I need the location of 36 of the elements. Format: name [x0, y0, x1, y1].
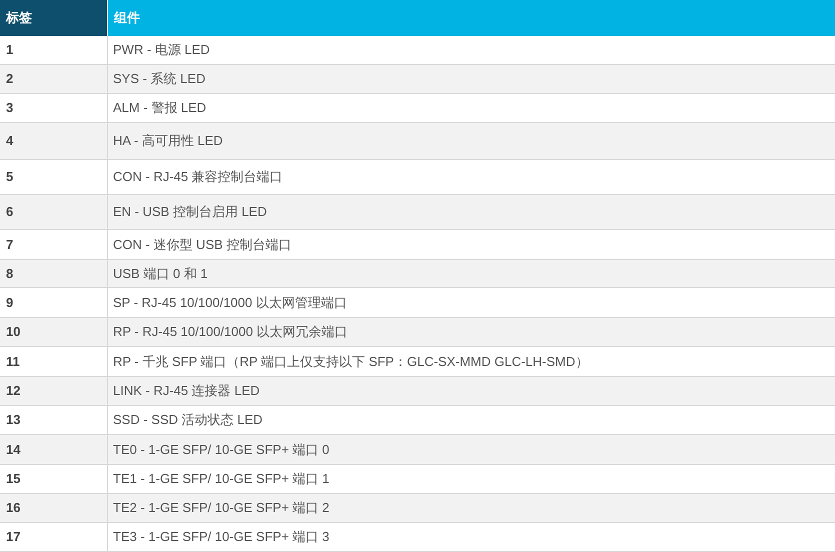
- table-cell: 7: [0, 230, 108, 259]
- table-cell-text: PWR - 电源 LED: [112, 41, 211, 60]
- table-cell-text: ALM - 警报 LED: [112, 99, 208, 118]
- table-cell: 8: [0, 260, 108, 287]
- table-cell: 5: [0, 160, 108, 194]
- table-cell: 4: [0, 123, 108, 159]
- table-cell-text: RP - 千兆 SFP 端口（RP 端口上仅支持以下 SFP：GLC-SX-MMD GLC-LH-SMD）: [112, 352, 590, 371]
- table-cell-text: EN - USB 控制台启用 LED: [112, 203, 268, 222]
- table-cell: 11: [0, 347, 108, 376]
- table-cell-text: TE3 - 1-GE SFP/ 10-GE SFP+ 端口 3: [112, 528, 330, 546]
- table-cell-text: CON - RJ-45 兼容控制台端口: [112, 168, 284, 186]
- table-cell-text: SP - RJ-45 10/100/1000 以太网管理端口: [112, 294, 348, 312]
- table-cell: 9: [0, 288, 108, 317]
- table-cell: 16: [0, 494, 108, 522]
- table-cell: 3: [0, 94, 108, 122]
- table-cell: 6: [0, 195, 108, 229]
- table-cell: 13: [0, 406, 108, 434]
- table-cell-text: TE0 - 1-GE SFP/ 10-GE SFP+ 端口 0: [112, 440, 330, 459]
- table-cell: 2: [0, 65, 108, 93]
- table-cell-text: SSD - SSD 活动状态 LED: [112, 411, 264, 430]
- table-cell-text: TE2 - 1-GE SFP/ 10-GE SFP+ 端口 2: [112, 499, 330, 518]
- table-cell: 1: [0, 36, 108, 64]
- column-header: 组件: [108, 0, 835, 36]
- table-cell-text: TE1 - 1-GE SFP/ 10-GE SFP+ 端口 1: [112, 470, 330, 488]
- table-cell-text: SYS - 系统 LED: [112, 70, 206, 88]
- column-header: 标签: [0, 0, 108, 36]
- table-cell-text: USB 端口 0 和 1: [112, 264, 209, 283]
- table-cell: 15: [0, 465, 108, 493]
- table-cell: 10: [0, 318, 108, 346]
- table-cell-text: CON - 迷你型 USB 控制台端口: [112, 236, 292, 254]
- table-cell-text: LINK - RJ-45 连接器 LED: [112, 382, 261, 400]
- table-cell: 14: [0, 435, 108, 464]
- table-cell: 12: [0, 377, 108, 405]
- table-cell-text: HA - 高可用性 LED: [112, 132, 224, 150]
- table-cell-text: RP - RJ-45 10/100/1000 以太网冗余端口: [112, 323, 349, 342]
- table-cell: 17: [0, 523, 108, 551]
